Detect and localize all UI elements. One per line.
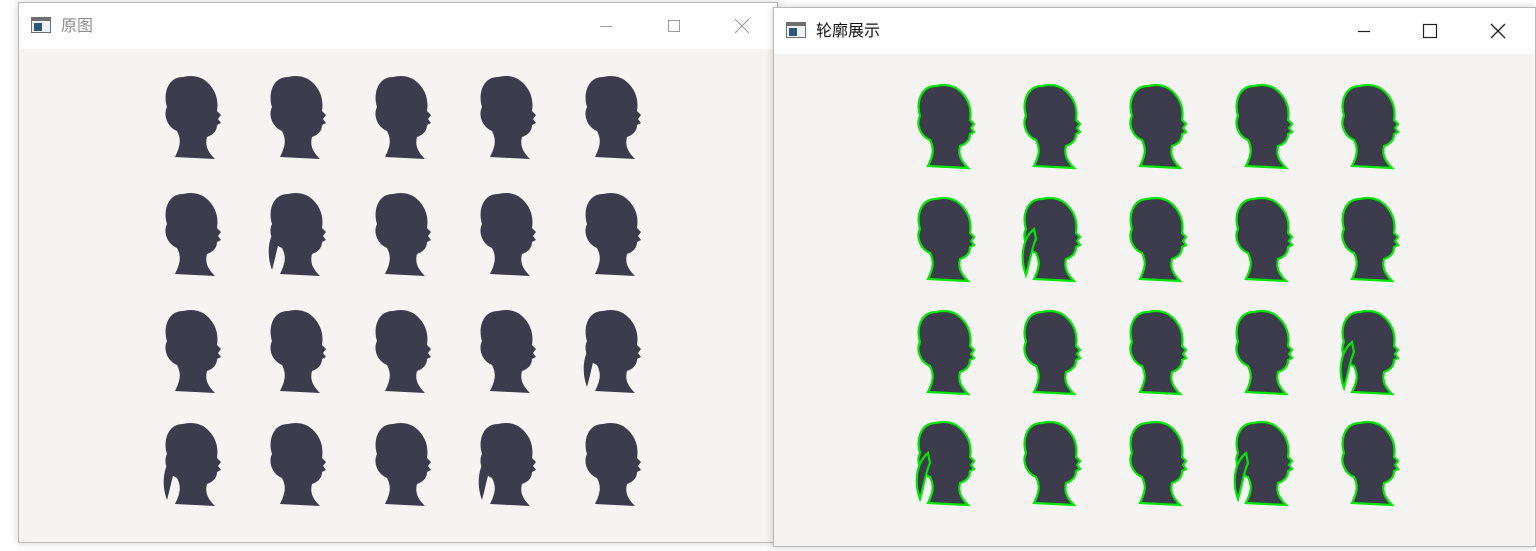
maximize-button[interactable] bbox=[651, 3, 697, 49]
title-bar[interactable]: 轮廓展示 bbox=[774, 8, 1535, 54]
window-original[interactable]: 原图 bbox=[18, 2, 778, 543]
silhouette-head bbox=[270, 309, 326, 393]
minimize-button[interactable] bbox=[583, 3, 629, 49]
silhouette-grid-contours bbox=[915, 83, 1400, 507]
silhouette-head bbox=[375, 192, 431, 276]
silhouette-head bbox=[165, 309, 221, 393]
silhouette-head bbox=[1339, 309, 1400, 396]
silhouette-head bbox=[1341, 196, 1400, 283]
image-canvas-original bbox=[19, 49, 777, 542]
silhouette-head bbox=[375, 422, 431, 506]
silhouette-head bbox=[1341, 83, 1400, 170]
silhouette-head bbox=[583, 309, 641, 393]
close-icon bbox=[734, 18, 750, 34]
window-title: 原图 bbox=[61, 16, 94, 35]
silhouette-head bbox=[917, 196, 976, 283]
window-title: 轮廓展示 bbox=[816, 21, 881, 40]
minimize-button[interactable] bbox=[1341, 8, 1387, 54]
silhouette-head bbox=[1021, 196, 1082, 283]
silhouette-head bbox=[1341, 420, 1400, 507]
app-window-icon bbox=[31, 17, 51, 33]
silhouette-head bbox=[163, 422, 221, 506]
silhouette-head bbox=[480, 75, 536, 159]
silhouette-head bbox=[1023, 83, 1082, 170]
silhouette-head bbox=[1235, 196, 1294, 283]
silhouette-head bbox=[1023, 309, 1082, 396]
silhouette-head bbox=[1129, 196, 1188, 283]
title-bar[interactable]: 原图 bbox=[19, 3, 777, 49]
silhouette-head bbox=[375, 309, 431, 393]
silhouette-head bbox=[1129, 420, 1188, 507]
silhouette-head bbox=[917, 83, 976, 170]
window-contours[interactable]: 轮廓展示 bbox=[773, 7, 1536, 547]
silhouette-head bbox=[270, 75, 326, 159]
silhouette-head bbox=[165, 192, 221, 276]
silhouette-head bbox=[915, 420, 976, 507]
silhouette-head bbox=[1233, 420, 1294, 507]
maximize-icon bbox=[1422, 23, 1438, 39]
silhouette-head bbox=[917, 309, 976, 396]
minimize-icon bbox=[1358, 30, 1370, 33]
silhouette-head bbox=[585, 192, 641, 276]
silhouette-head bbox=[478, 422, 536, 506]
silhouette-head bbox=[1023, 420, 1082, 507]
silhouette-head bbox=[375, 75, 431, 159]
close-button[interactable] bbox=[1475, 8, 1521, 54]
silhouette-head bbox=[480, 309, 536, 393]
silhouette-head bbox=[1129, 83, 1188, 170]
silhouette-head bbox=[270, 422, 326, 506]
app-window-icon bbox=[786, 22, 806, 38]
silhouette-head bbox=[480, 192, 536, 276]
silhouette-grid-original bbox=[163, 75, 641, 506]
silhouette-head bbox=[268, 192, 326, 276]
close-icon bbox=[1490, 23, 1506, 39]
close-button[interactable] bbox=[719, 3, 765, 49]
minimize-icon bbox=[600, 26, 612, 27]
image-canvas-contours bbox=[774, 54, 1535, 546]
silhouette-head bbox=[1129, 309, 1188, 396]
maximize-icon bbox=[668, 20, 680, 32]
silhouette-head bbox=[1235, 83, 1294, 170]
silhouette-head bbox=[585, 422, 641, 506]
maximize-button[interactable] bbox=[1407, 8, 1453, 54]
silhouette-head bbox=[165, 75, 221, 159]
silhouette-head bbox=[585, 75, 641, 159]
silhouette-head bbox=[1235, 309, 1294, 396]
